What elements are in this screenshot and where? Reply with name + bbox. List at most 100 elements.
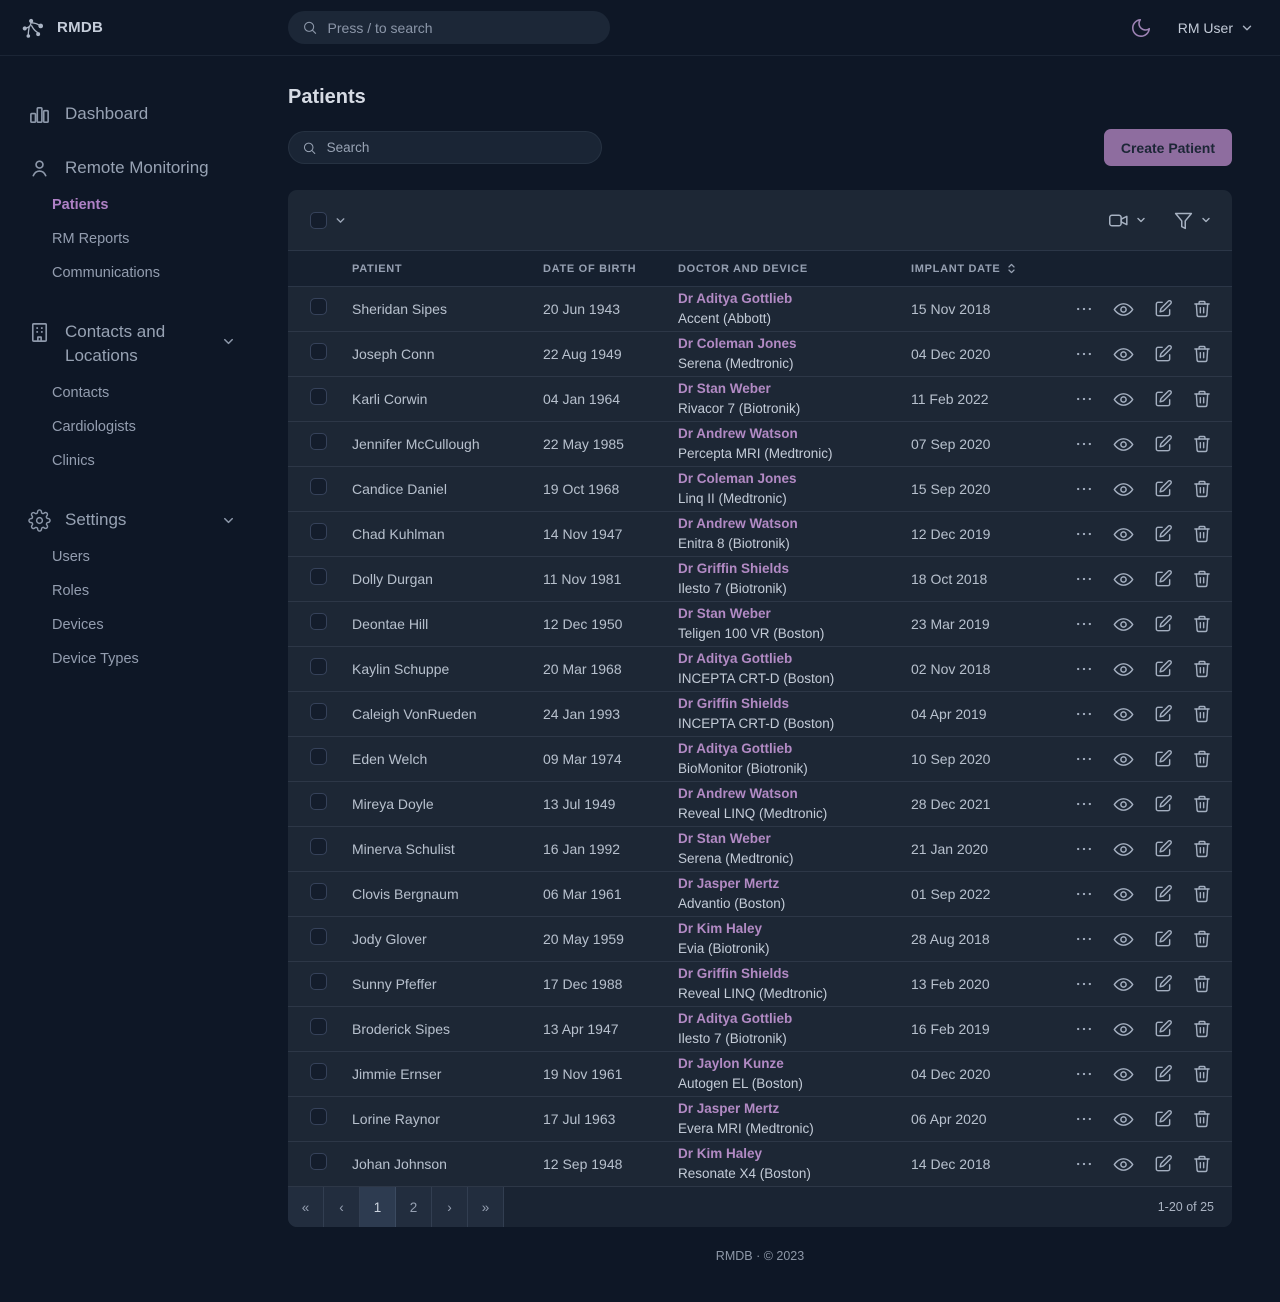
- row-checkbox[interactable]: [310, 748, 327, 765]
- theme-toggle-button[interactable]: [1130, 17, 1152, 39]
- row-checkbox[interactable]: [310, 883, 327, 900]
- global-search[interactable]: [288, 11, 610, 44]
- view-row-button[interactable]: [1113, 479, 1134, 500]
- edit-row-button[interactable]: [1153, 749, 1173, 769]
- doctor-name-link[interactable]: Dr Aditya Gottlieb: [678, 289, 911, 309]
- doctor-name-link[interactable]: Dr Jasper Mertz: [678, 1099, 911, 1119]
- edit-row-button[interactable]: [1153, 704, 1173, 724]
- row-menu-button[interactable]: [1074, 614, 1094, 634]
- edit-row-button[interactable]: [1153, 839, 1173, 859]
- pagination-last-button[interactable]: »: [468, 1187, 504, 1227]
- view-row-button[interactable]: [1113, 1019, 1134, 1040]
- view-row-button[interactable]: [1113, 929, 1134, 950]
- row-checkbox[interactable]: [310, 838, 327, 855]
- doctor-name-link[interactable]: Dr Griffin Shields: [678, 559, 911, 579]
- select-all-control[interactable]: [310, 212, 347, 229]
- view-row-button[interactable]: [1113, 884, 1134, 905]
- view-row-button[interactable]: [1113, 344, 1134, 365]
- row-checkbox[interactable]: [310, 658, 327, 675]
- row-checkbox[interactable]: [310, 1018, 327, 1035]
- row-menu-button[interactable]: [1074, 794, 1094, 814]
- view-row-button[interactable]: [1113, 974, 1134, 995]
- row-menu-button[interactable]: [1074, 1154, 1094, 1174]
- view-options-button[interactable]: [1108, 210, 1147, 231]
- row-menu-button[interactable]: [1074, 839, 1094, 859]
- delete-row-button[interactable]: [1192, 884, 1212, 904]
- row-checkbox[interactable]: [310, 388, 327, 405]
- delete-row-button[interactable]: [1192, 839, 1212, 859]
- delete-row-button[interactable]: [1192, 929, 1212, 949]
- sidebar-item-patients[interactable]: Patients: [52, 188, 244, 222]
- row-menu-button[interactable]: [1074, 974, 1094, 994]
- row-checkbox[interactable]: [310, 973, 327, 990]
- row-checkbox[interactable]: [310, 928, 327, 945]
- doctor-name-link[interactable]: Dr Coleman Jones: [678, 469, 911, 489]
- row-checkbox[interactable]: [310, 1153, 327, 1170]
- doctor-name-link[interactable]: Dr Andrew Watson: [678, 514, 911, 534]
- sidebar-item-remote-monitoring[interactable]: Remote Monitoring: [28, 156, 244, 180]
- delete-row-button[interactable]: [1192, 1154, 1212, 1174]
- row-checkbox[interactable]: [310, 613, 327, 630]
- delete-row-button[interactable]: [1192, 659, 1212, 679]
- delete-row-button[interactable]: [1192, 614, 1212, 634]
- row-menu-button[interactable]: [1074, 569, 1094, 589]
- delete-row-button[interactable]: [1192, 749, 1212, 769]
- row-menu-button[interactable]: [1074, 344, 1094, 364]
- view-row-button[interactable]: [1113, 614, 1134, 635]
- delete-row-button[interactable]: [1192, 524, 1212, 544]
- edit-row-button[interactable]: [1153, 524, 1173, 544]
- view-row-button[interactable]: [1113, 1109, 1134, 1130]
- doctor-name-link[interactable]: Dr Griffin Shields: [678, 964, 911, 984]
- row-menu-button[interactable]: [1074, 1064, 1094, 1084]
- sidebar-item-contacts[interactable]: Contacts: [52, 376, 244, 410]
- sidebar-item-settings[interactable]: Settings: [28, 508, 236, 532]
- doctor-name-link[interactable]: Dr Stan Weber: [678, 604, 911, 624]
- sidebar-item-rm-reports[interactable]: RM Reports: [52, 222, 244, 256]
- sidebar-item-users[interactable]: Users: [52, 540, 244, 574]
- row-menu-button[interactable]: [1074, 929, 1094, 949]
- sidebar-item-device-types[interactable]: Device Types: [52, 642, 244, 676]
- sidebar-item-devices[interactable]: Devices: [52, 608, 244, 642]
- row-menu-button[interactable]: [1074, 434, 1094, 454]
- row-menu-button[interactable]: [1074, 1019, 1094, 1039]
- edit-row-button[interactable]: [1153, 929, 1173, 949]
- doctor-name-link[interactable]: Dr Griffin Shields: [678, 694, 911, 714]
- sidebar-item-cardiologists[interactable]: Cardiologists: [52, 410, 244, 444]
- sidebar-item-communications[interactable]: Communications: [52, 256, 244, 290]
- row-menu-button[interactable]: [1074, 299, 1094, 319]
- delete-row-button[interactable]: [1192, 794, 1212, 814]
- edit-row-button[interactable]: [1153, 884, 1173, 904]
- patients-search[interactable]: [288, 131, 602, 164]
- view-row-button[interactable]: [1113, 659, 1134, 680]
- row-checkbox[interactable]: [310, 568, 327, 585]
- delete-row-button[interactable]: [1192, 479, 1212, 499]
- view-row-button[interactable]: [1113, 1154, 1134, 1175]
- pagination-next-button[interactable]: ›: [432, 1187, 468, 1227]
- global-search-input[interactable]: [328, 20, 596, 36]
- doctor-name-link[interactable]: Dr Stan Weber: [678, 379, 911, 399]
- row-menu-button[interactable]: [1074, 524, 1094, 544]
- delete-row-button[interactable]: [1192, 1064, 1212, 1084]
- row-menu-button[interactable]: [1074, 479, 1094, 499]
- row-menu-button[interactable]: [1074, 389, 1094, 409]
- pagination-page-2[interactable]: 2: [396, 1187, 432, 1227]
- row-menu-button[interactable]: [1074, 704, 1094, 724]
- select-all-checkbox[interactable]: [310, 212, 327, 229]
- delete-row-button[interactable]: [1192, 1019, 1212, 1039]
- row-checkbox[interactable]: [310, 703, 327, 720]
- doctor-name-link[interactable]: Dr Kim Haley: [678, 919, 911, 939]
- sidebar-item-clinics[interactable]: Clinics: [52, 444, 244, 478]
- doctor-name-link[interactable]: Dr Kim Haley: [678, 1144, 911, 1164]
- delete-row-button[interactable]: [1192, 569, 1212, 589]
- edit-row-button[interactable]: [1153, 614, 1173, 634]
- sidebar-item-dashboard[interactable]: Dashboard: [28, 102, 244, 126]
- doctor-name-link[interactable]: Dr Stan Weber: [678, 829, 911, 849]
- filter-button[interactable]: [1173, 210, 1212, 231]
- doctor-name-link[interactable]: Dr Aditya Gottlieb: [678, 1009, 911, 1029]
- row-checkbox[interactable]: [310, 1108, 327, 1125]
- row-checkbox[interactable]: [310, 523, 327, 540]
- view-row-button[interactable]: [1113, 524, 1134, 545]
- sidebar-item-contacts-locations[interactable]: Contacts and Locations: [28, 320, 236, 368]
- pagination-first-button[interactable]: «: [288, 1187, 324, 1227]
- row-checkbox[interactable]: [310, 478, 327, 495]
